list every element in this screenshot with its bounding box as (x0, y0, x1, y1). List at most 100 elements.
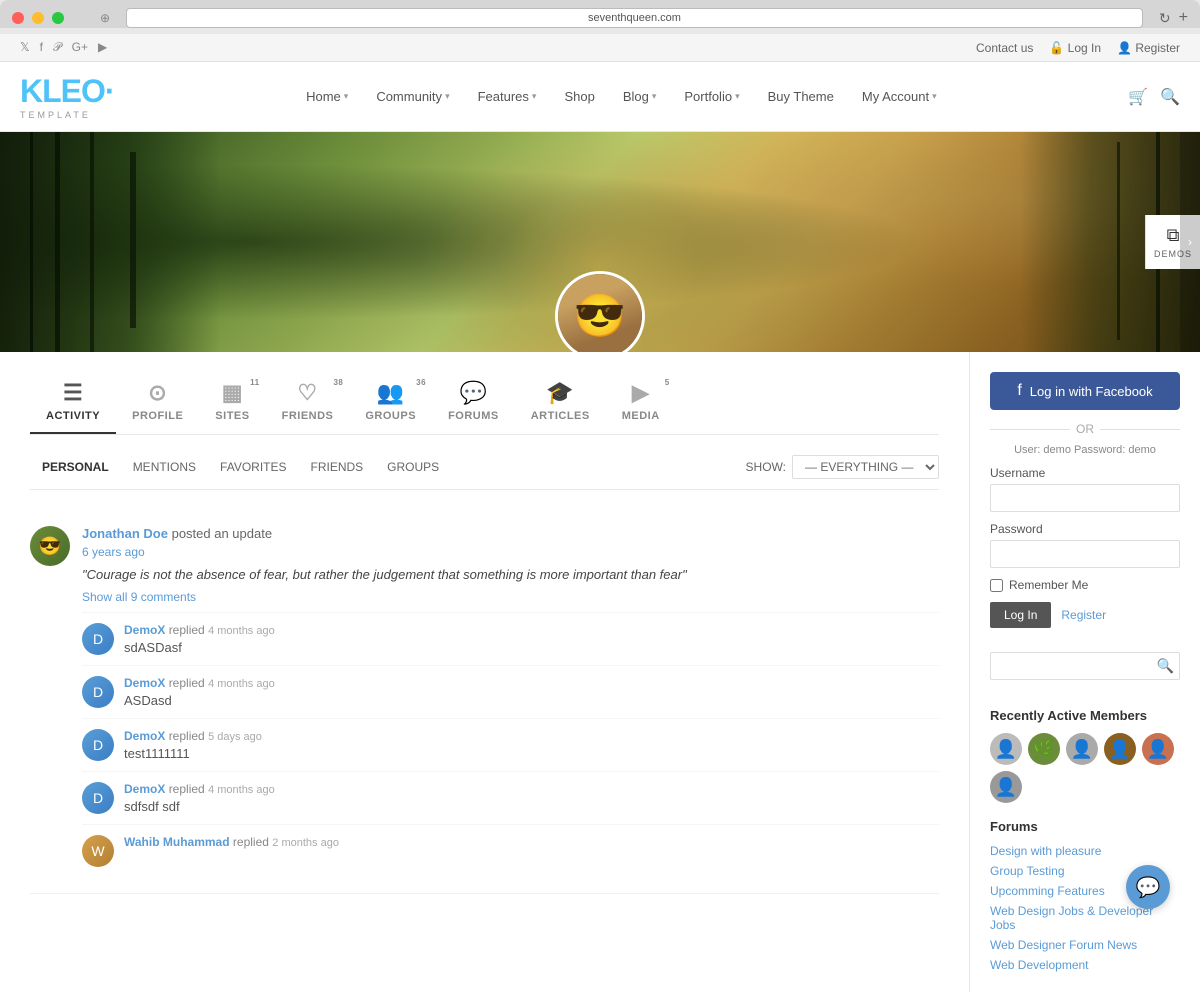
member-avatar[interactable]: 🌿 (1028, 733, 1060, 765)
forum-link[interactable]: Web Development (990, 958, 1180, 972)
sidebar-search-input[interactable] (990, 652, 1180, 680)
tab-forums[interactable]: 💬 FORUMS (432, 372, 515, 434)
sidebar-search-button[interactable]: 🔍 (1157, 658, 1174, 675)
filter-mentions[interactable]: MENTIONS (121, 456, 208, 478)
remember-me-row: Remember Me (990, 578, 1180, 592)
lock-icon: ⊕ (100, 11, 110, 25)
comment-time: 4 months ago (208, 678, 275, 690)
reload-icon[interactable]: ↻ (1159, 10, 1171, 27)
post-author-avatar[interactable]: 😎 (30, 526, 70, 566)
logo[interactable]: KLEO· TEMPLATE (20, 73, 115, 120)
filter-personal[interactable]: PERSONAL (30, 456, 121, 478)
post-time[interactable]: 6 years ago (82, 545, 939, 559)
nav-blog[interactable]: Blog▾ (611, 81, 669, 112)
minimize-dot[interactable] (32, 12, 44, 24)
filter-favorites[interactable]: FAVORITES (208, 456, 298, 478)
close-dot[interactable] (12, 12, 24, 24)
everything-select[interactable]: — EVERYTHING — (792, 455, 939, 479)
tab-media[interactable]: 5 ▶ MEDIA (606, 372, 676, 434)
comment-avatar[interactable]: D (82, 782, 114, 814)
comment-avatar[interactable]: W (82, 835, 114, 867)
chevron-down-icon: ▾ (445, 91, 450, 102)
browser-chrome: ⊕ seventhqueen.com ↻ + (0, 0, 1200, 28)
facebook-login-button[interactable]: f Log in with Facebook (990, 372, 1180, 410)
password-input[interactable] (990, 540, 1180, 568)
show-comments-link[interactable]: Show all 9 comments (82, 590, 939, 604)
filter-friends[interactable]: FRIENDS (299, 456, 376, 478)
comment-author[interactable]: DemoX (124, 729, 165, 743)
tab-activity-label: ACTIVITY (46, 410, 100, 422)
tab-profile-label: PROFILE (132, 410, 183, 422)
cart-icon[interactable]: 🛒 (1128, 87, 1148, 107)
post-author-name[interactable]: Jonathan Doe (82, 526, 168, 541)
tab-articles[interactable]: 🎓 ARTICLES (515, 372, 606, 434)
nav-shop[interactable]: Shop (552, 81, 606, 112)
new-tab-icon[interactable]: + (1179, 9, 1188, 27)
pinterest-icon[interactable]: 𝒫 (53, 40, 62, 55)
forum-link[interactable]: Web Designer Forum News (990, 938, 1180, 952)
remember-me-checkbox[interactable] (990, 579, 1003, 592)
tab-forums-label: FORUMS (448, 410, 499, 422)
avatar[interactable]: 😎 (555, 271, 645, 352)
forum-link[interactable]: Design with pleasure (990, 844, 1180, 858)
maximize-dot[interactable] (52, 12, 64, 24)
comment-author[interactable]: DemoX (124, 623, 165, 637)
register-link[interactable]: 👤 Register (1117, 41, 1180, 55)
username-input[interactable] (990, 484, 1180, 512)
search-icon[interactable]: 🔍 (1160, 87, 1180, 107)
media-badge: 5 (665, 378, 670, 387)
comment-item: D DemoX replied 4 months ago sdfsdf sdf (82, 771, 939, 824)
member-avatar[interactable]: 👤 (990, 733, 1022, 765)
comment-author[interactable]: DemoX (124, 676, 165, 690)
register-link[interactable]: Register (1061, 608, 1106, 622)
login-link[interactable]: 🔓 Log In (1049, 41, 1101, 55)
comment-avatar[interactable]: D (82, 729, 114, 761)
comment-item: D DemoX replied 4 months ago ASDasd (82, 665, 939, 718)
address-bar[interactable]: seventhqueen.com (126, 8, 1143, 28)
comment-body: DemoX replied 4 months ago sdfsdf sdf (124, 782, 939, 814)
chevron-down-icon: ▾ (344, 91, 349, 102)
recently-active-title: Recently Active Members (990, 708, 1180, 723)
comment-author[interactable]: Wahib Muhammad (124, 835, 230, 849)
tab-groups[interactable]: 36 👥 GROUPS (349, 372, 432, 434)
filter-tabs: PERSONAL MENTIONS FAVORITES FRIENDS GROU… (30, 456, 451, 478)
nav-home[interactable]: Home▾ (294, 81, 360, 112)
top-bar: 𝕏 f 𝒫 G+ ▶ Contact us 🔓 Log In 👤 Registe… (0, 34, 1200, 62)
nav-community[interactable]: Community▾ (364, 81, 461, 112)
nav-features[interactable]: Features▾ (466, 81, 549, 112)
tab-profile[interactable]: ⊙ PROFILE (116, 372, 199, 434)
chat-bubble-button[interactable]: 💬 (1126, 865, 1170, 909)
chevron-down-icon: ▾ (532, 91, 537, 102)
tab-sites[interactable]: 11 ▦ SITES (199, 372, 265, 434)
top-bar-right: Contact us 🔓 Log In 👤 Register (976, 41, 1180, 55)
demo-hint: User: demo Password: demo (990, 444, 1180, 456)
nav-portfolio[interactable]: Portfolio▾ (672, 81, 751, 112)
main-content: ☰ ACTIVITY ⊙ PROFILE 11 ▦ SITES 38 ♡ FRI… (0, 352, 1200, 992)
member-avatar[interactable]: 👤 (1142, 733, 1174, 765)
scroll-right-arrow[interactable]: › (1180, 132, 1200, 352)
twitter-icon[interactable]: 𝕏 (20, 40, 30, 55)
facebook-icon[interactable]: f (40, 40, 43, 55)
comment-avatar[interactable]: D (82, 676, 114, 708)
contact-us-link[interactable]: Contact us (976, 41, 1033, 55)
member-avatar[interactable]: 👤 (1066, 733, 1098, 765)
nav-my-account[interactable]: My Account▾ (850, 81, 949, 112)
comment-author[interactable]: DemoX (124, 782, 165, 796)
comment-body: DemoX replied 4 months ago sdASDasf (124, 623, 939, 655)
comment-time: 4 months ago (208, 784, 275, 796)
activity-post-header: Jonathan Doe posted an update (82, 526, 939, 541)
member-avatar[interactable]: 👤 (990, 771, 1022, 803)
profile-icon: ⊙ (148, 380, 167, 406)
chevron-right-icon: › (1188, 235, 1192, 249)
googleplus-icon[interactable]: G+ (72, 40, 88, 55)
youtube-icon[interactable]: ▶ (98, 40, 107, 55)
nav-buy-theme[interactable]: Buy Theme (756, 81, 846, 112)
login-button[interactable]: Log In (990, 602, 1051, 628)
member-avatar[interactable]: 👤 (1104, 733, 1136, 765)
remember-me-label: Remember Me (1009, 578, 1088, 592)
tab-activity[interactable]: ☰ ACTIVITY (30, 372, 116, 434)
filter-groups[interactable]: GROUPS (375, 456, 451, 478)
hero-banner: 😎 @kleoadmin ⧉ DEMOS › (0, 132, 1200, 352)
comment-avatar[interactable]: D (82, 623, 114, 655)
tab-friends[interactable]: 38 ♡ FRIENDS (266, 372, 350, 434)
